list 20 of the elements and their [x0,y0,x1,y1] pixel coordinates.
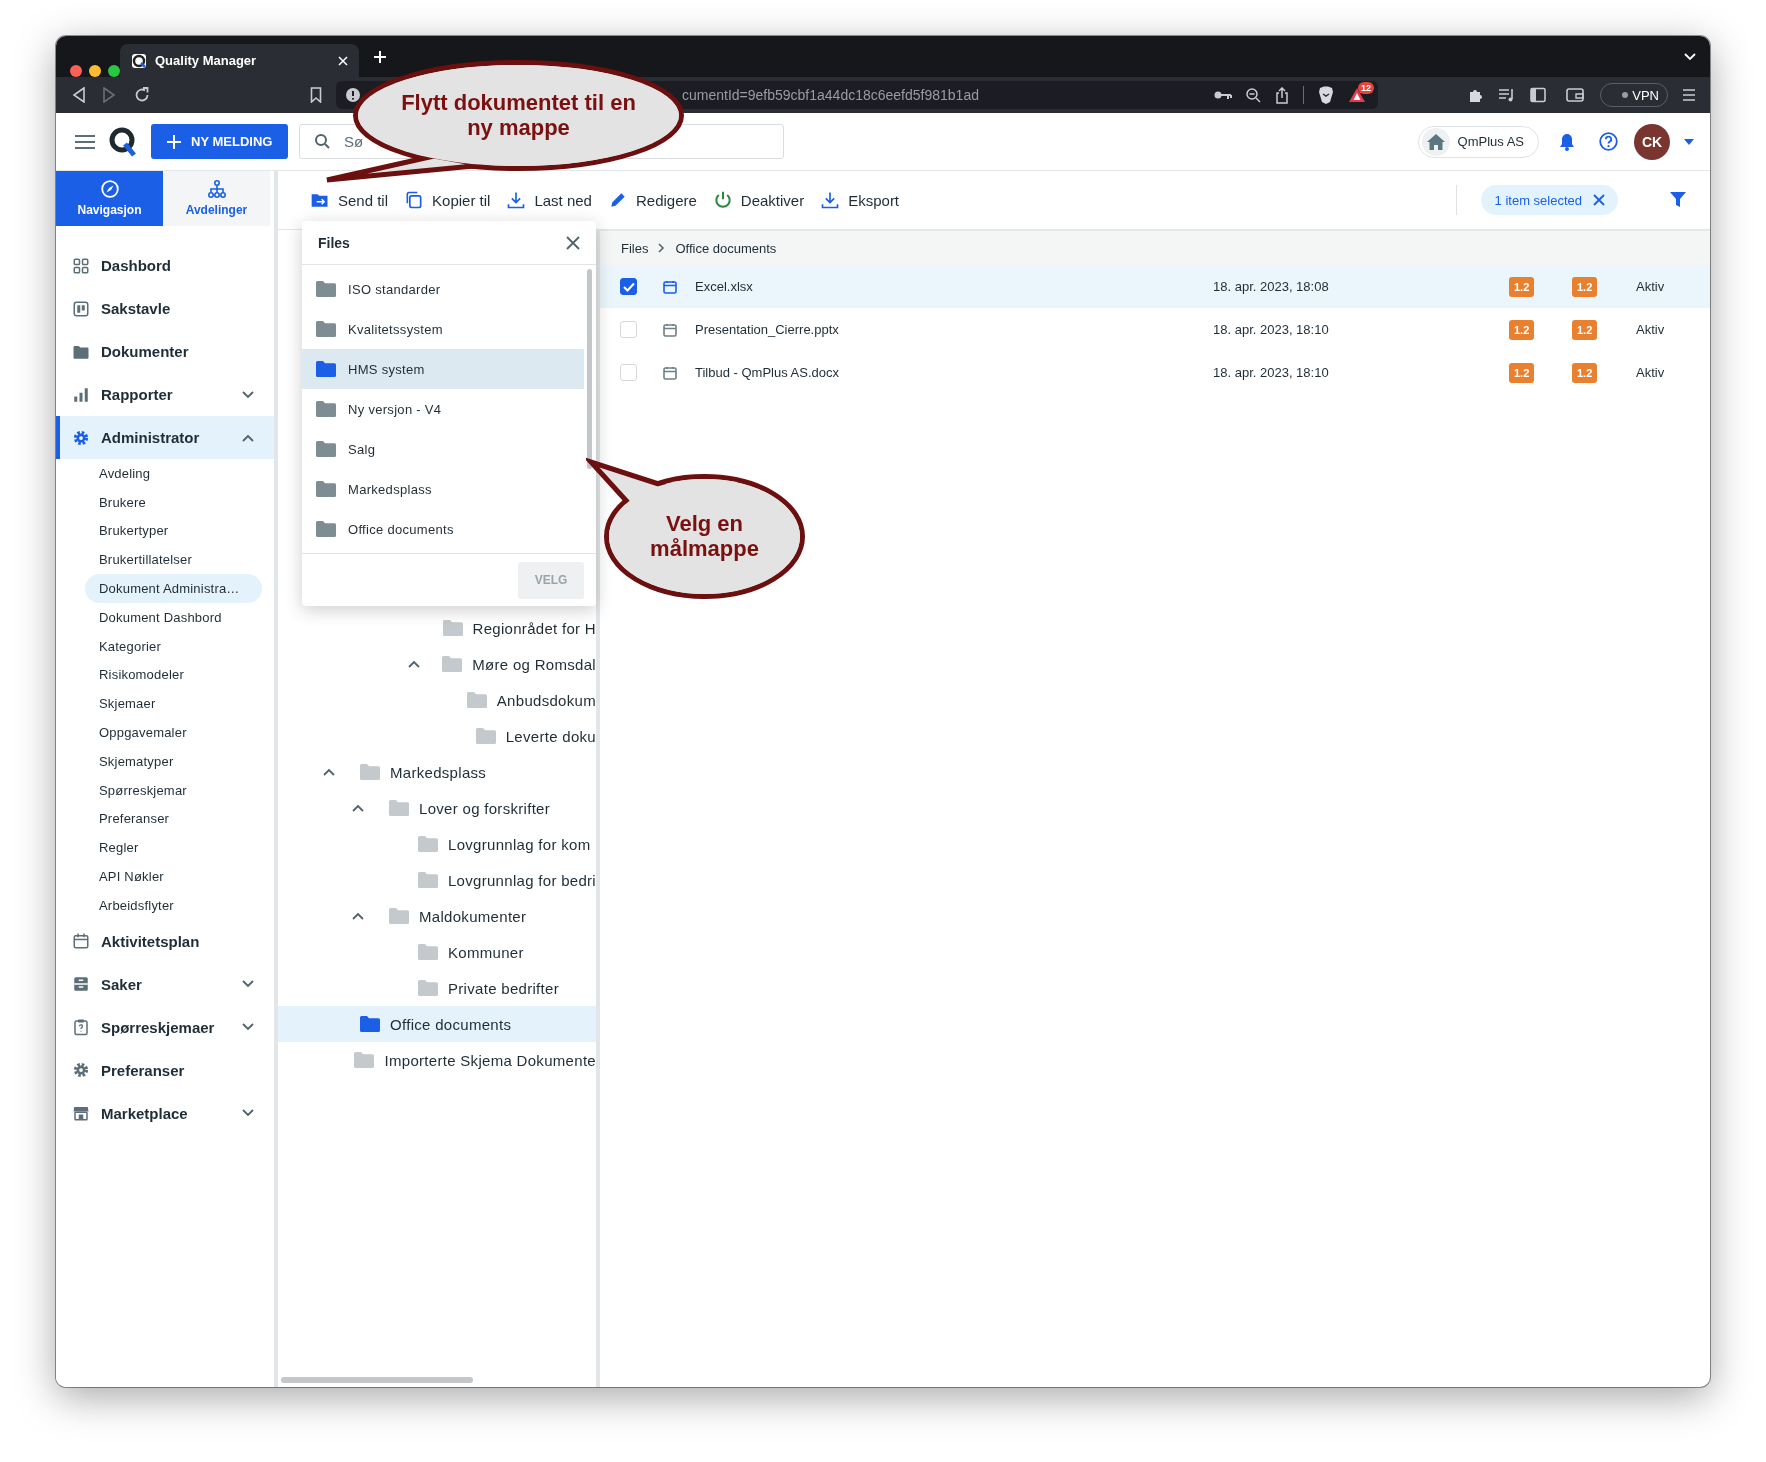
file-name: Excel.xlsx [695,279,754,294]
version-badge: 1.2 [1572,319,1598,340]
modified-date: 18. apr. 2023, 18:10 [1213,365,1330,380]
status-text: Aktiv [1636,279,1666,294]
notification-badge: 12 [1358,82,1374,94]
url-text: cumentId=9efb59cbf1a44dc18c6eefd5f981b1ad [682,87,980,103]
selection-count: 1 item selected [1494,192,1582,208]
status-text: Aktiv [1636,322,1666,337]
dialog-title: Files [318,234,350,251]
file-name: Presentation_Cierre.pptx [695,322,840,337]
version-badge: 1.2 [1572,276,1598,297]
version-badge: 1.2 [1509,319,1535,340]
version-badge: 1.2 [1572,362,1598,383]
callout-text: Velg en målmappe [649,510,760,563]
version-badge: 1.2 [1509,276,1535,297]
modified-date: 18. apr. 2023, 18:08 [1213,279,1330,294]
file-name: Tilbud - QmPlus AS.docx [695,365,840,380]
status-text: Aktiv [1636,365,1666,380]
modified-date: 18. apr. 2023, 18:10 [1213,322,1330,337]
version-badge: 1.2 [1509,362,1535,383]
